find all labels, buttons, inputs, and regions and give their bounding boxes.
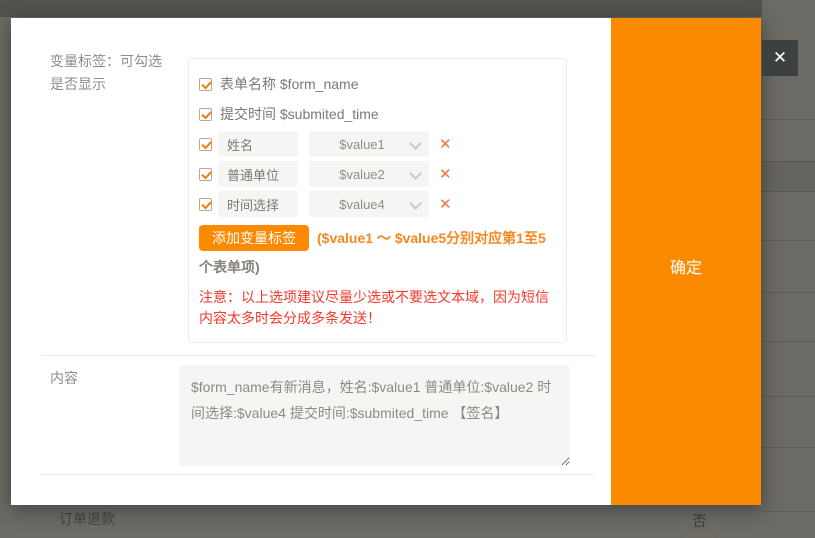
remove-row-icon[interactable]: ✕ — [439, 167, 452, 182]
checkbox-checked[interactable] — [199, 168, 212, 181]
variable-range-hint-wrap: 个表单项) — [199, 257, 566, 277]
variable-row-form-name: 表单名称 $form_name — [199, 69, 566, 99]
variable-checkbox-panel: 表单名称 $form_name 提交时间 $submited_time 姓名 $… — [188, 58, 567, 343]
background-table-line — [761, 240, 815, 241]
section-divider — [41, 474, 595, 475]
value-select-value: $value1 — [339, 137, 385, 152]
confirm-button[interactable]: 确定 — [611, 18, 761, 505]
field-name-input[interactable]: 时间选择 — [218, 191, 298, 217]
sms-length-warning: 注意：以上选项建议尽量少选或不要选文本域，因为短信内容太多时会分成多条发送！ — [199, 287, 553, 329]
confirm-button-label: 确定 — [611, 254, 761, 278]
background-table-line — [761, 396, 815, 397]
chevron-down-icon — [409, 167, 422, 180]
field-name-input[interactable]: 普通单位 — [218, 161, 298, 187]
variable-row-label: 提交时间 $submited_time — [220, 104, 379, 124]
content-section-label: 内容 — [50, 368, 78, 388]
value-select[interactable]: $value2 — [309, 161, 429, 187]
variable-row-unit: 普通单位 $value2 ✕ — [199, 159, 566, 189]
variable-row-time-select: 时间选择 $value4 ✕ — [199, 189, 566, 219]
chevron-down-icon — [409, 137, 422, 150]
variable-section-label: 变量标签：可勾选是否显示 — [50, 50, 170, 96]
variable-range-hint: ($value1 ～ $value5分别对应第1至5 — [317, 228, 546, 248]
value-select-value: $value4 — [339, 197, 385, 212]
variable-row-label: 表单名称 $form_name — [220, 74, 358, 94]
background-table-line — [761, 511, 815, 512]
screen: 订单退款 否 变量标签：可勾选是否显示 表单名称 $form_name 提交时间… — [0, 0, 815, 538]
no-button[interactable]: 否 — [682, 504, 717, 538]
variable-row-submit-time: 提交时间 $submited_time — [199, 99, 566, 129]
background-table-line — [761, 341, 815, 342]
background-table-line — [761, 191, 815, 192]
background-row-order-refund: 订单退款 — [59, 509, 115, 529]
variable-row-name: 姓名 $value1 ✕ — [199, 129, 566, 159]
background-table-row-shade — [761, 161, 815, 192]
close-icon: ✕ — [773, 48, 787, 68]
close-button[interactable]: ✕ — [762, 40, 798, 76]
section-divider — [41, 355, 595, 356]
checkbox-checked[interactable] — [199, 138, 212, 151]
checkbox-checked[interactable] — [199, 78, 212, 91]
checkbox-checked[interactable] — [199, 108, 212, 121]
add-variable-button[interactable]: 添加变量标签 — [199, 225, 309, 251]
background-table-line — [761, 292, 815, 293]
remove-row-icon[interactable]: ✕ — [439, 197, 452, 212]
value-select[interactable]: $value4 — [309, 191, 429, 217]
background-table-line — [761, 119, 815, 120]
background-table-line — [761, 447, 815, 448]
field-name-input[interactable]: 姓名 — [218, 131, 298, 157]
sms-content-textarea[interactable]: $form_name有新消息，姓名:$value1 普通单位:$value2 时… — [179, 365, 570, 466]
add-variable-row: 添加变量标签 ($value1 ～ $value5分别对应第1至5 — [199, 225, 566, 251]
sms-variable-dialog: 变量标签：可勾选是否显示 表单名称 $form_name 提交时间 $submi… — [11, 18, 761, 505]
remove-row-icon[interactable]: ✕ — [439, 137, 452, 152]
chevron-down-icon — [409, 197, 422, 210]
value-select[interactable]: $value1 — [309, 131, 429, 157]
background-header-band — [0, 0, 762, 17]
value-select-value: $value2 — [339, 167, 385, 182]
checkbox-checked[interactable] — [199, 198, 212, 211]
